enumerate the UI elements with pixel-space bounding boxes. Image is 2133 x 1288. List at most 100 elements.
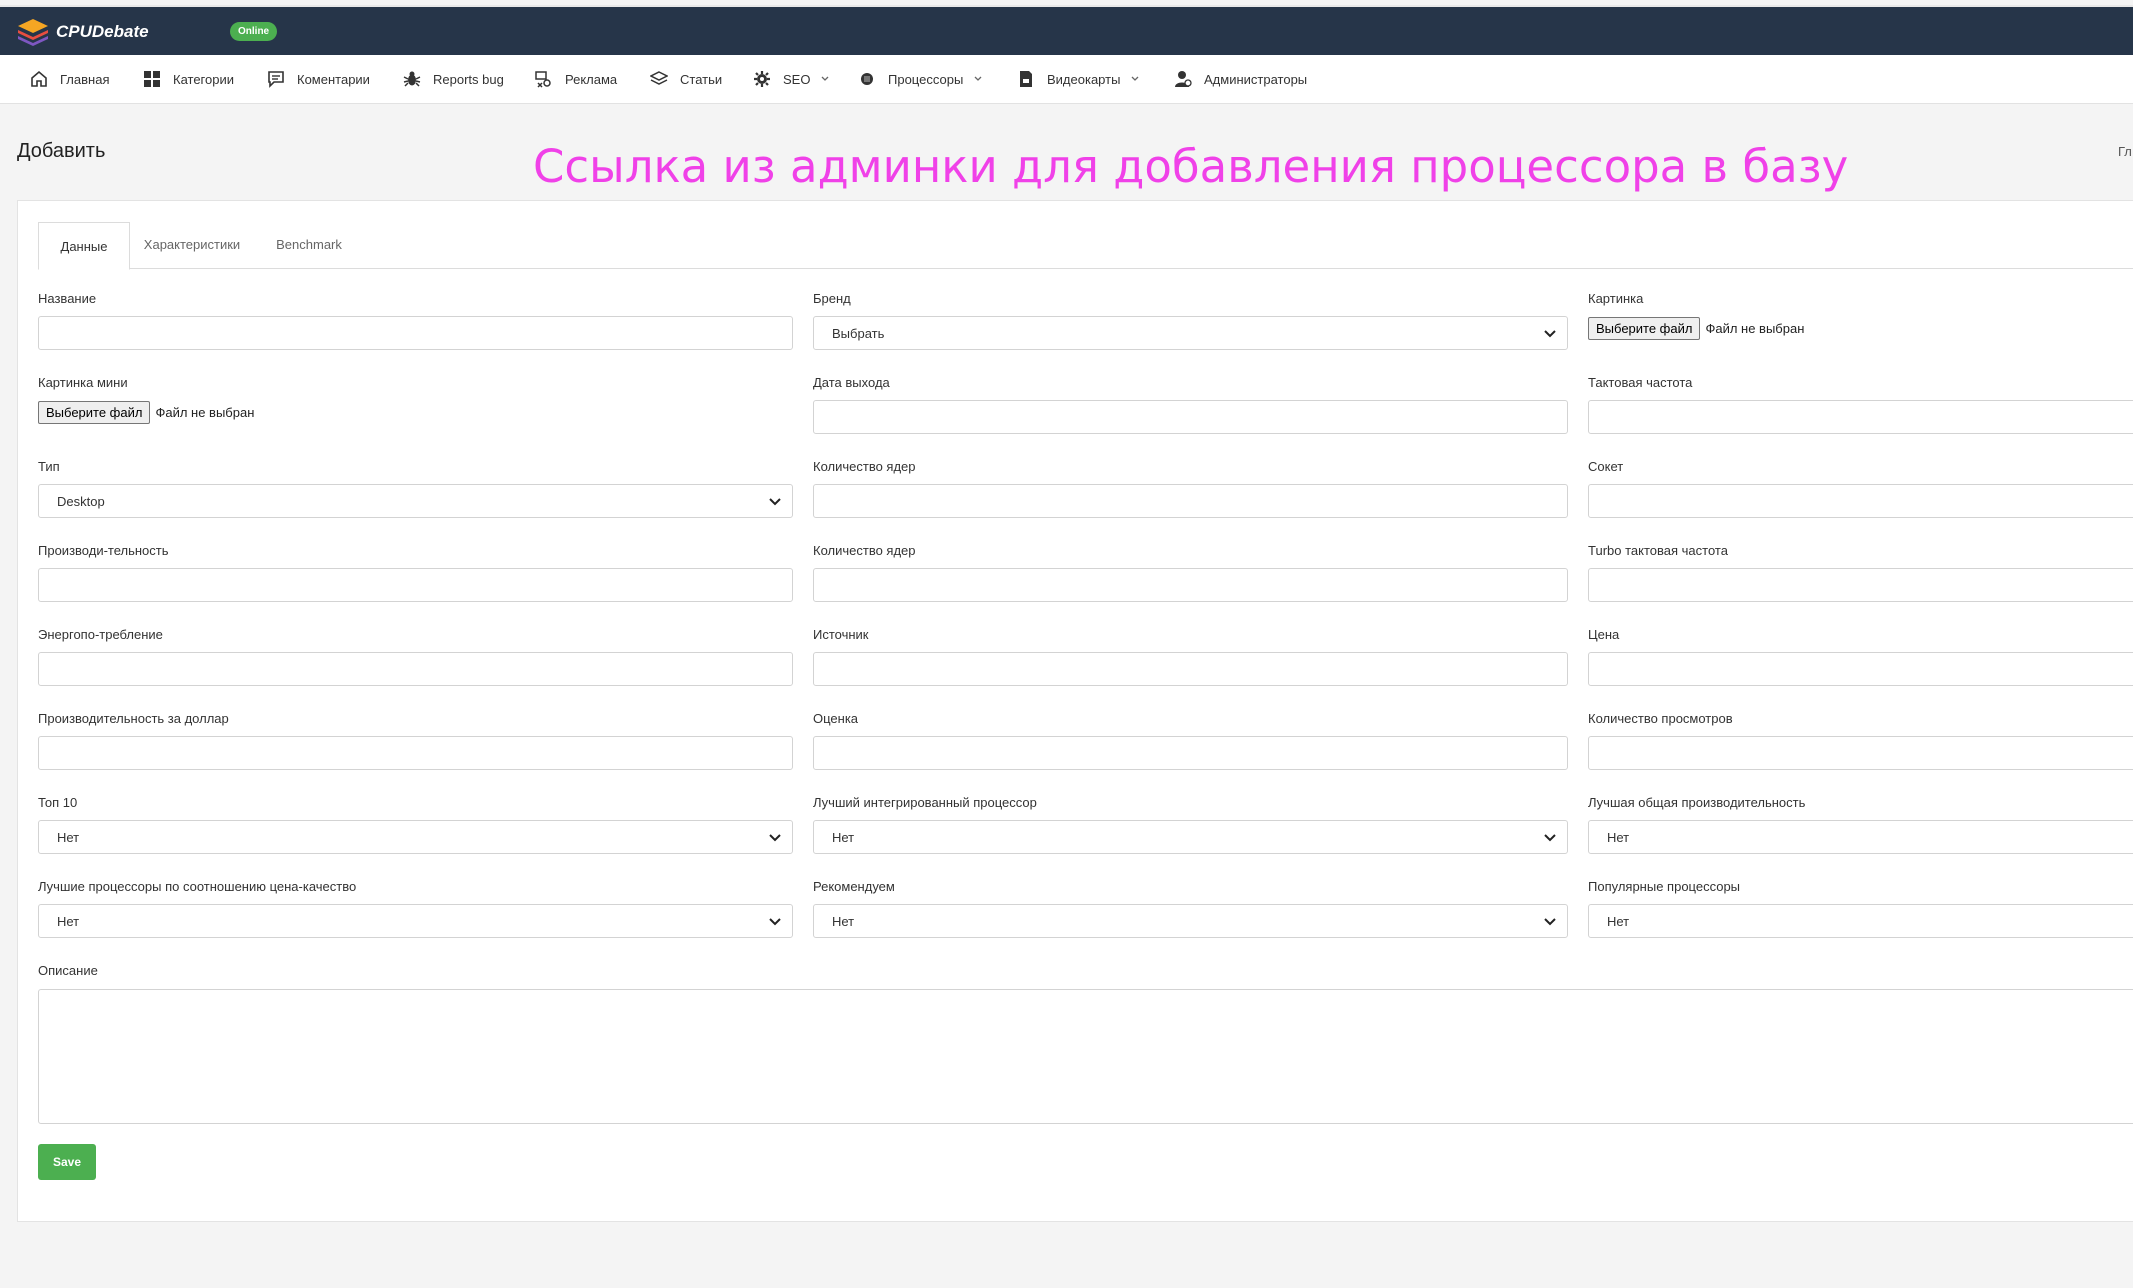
performance-input[interactable] xyxy=(38,568,793,602)
nav-item-label: SEO xyxy=(783,71,811,87)
source-label: Источник xyxy=(813,627,869,642)
nav-item-home[interactable]: Главная xyxy=(30,55,109,103)
layers-icon xyxy=(650,71,668,85)
page-title: Добавить xyxy=(17,140,106,162)
rating-label: Оценка xyxy=(813,711,859,726)
annotation-text: Ссылка из админки для добавления процесс… xyxy=(533,140,1849,193)
nav-item-reports-bug[interactable]: Reports bug xyxy=(403,55,504,103)
brand-select[interactable]: Выбрать xyxy=(813,316,1568,350)
chevron-down-icon xyxy=(769,834,781,842)
chevron-down-icon xyxy=(1544,834,1556,842)
nav-item-label: Reports bug xyxy=(433,71,504,87)
ad-icon xyxy=(535,71,551,88)
save-button[interactable]: Save xyxy=(38,1144,96,1180)
perf-per-dollar-input[interactable] xyxy=(38,736,793,770)
cores2-input[interactable] xyxy=(813,568,1568,602)
popular-select-value: Нет xyxy=(1607,913,1630,929)
chevron-down-icon xyxy=(822,76,829,81)
release-date-input[interactable] xyxy=(813,400,1568,434)
tab-data[interactable]: Данные xyxy=(38,222,130,270)
price-label: Цена xyxy=(1588,627,1620,642)
status-badge: Online xyxy=(230,22,278,41)
turbo-input[interactable] xyxy=(1588,568,2133,602)
nav-item-seo[interactable]: SEO xyxy=(753,55,842,103)
gpu-icon xyxy=(1020,71,1032,87)
source-input[interactable] xyxy=(813,652,1568,686)
chevron-down-icon xyxy=(1131,76,1139,81)
top10-label: Топ 10 xyxy=(38,795,78,810)
clock-label: Тактовая частота xyxy=(1588,375,1693,390)
views-input[interactable] xyxy=(1588,736,2133,770)
chevron-down-icon xyxy=(974,76,982,81)
comment-icon xyxy=(268,71,284,88)
brand-name: CPUDebate xyxy=(56,22,149,41)
nav-item-articles[interactable]: Статьи xyxy=(650,55,722,103)
grid-icon xyxy=(144,71,160,87)
best-integrated-label: Лучший интегрированный процессор xyxy=(813,795,1037,810)
rating-input[interactable] xyxy=(813,736,1568,770)
clock-input[interactable] xyxy=(1588,400,2133,434)
tab-bar: Данные Характеристики Benchmark xyxy=(38,222,2133,270)
type-label: Тип xyxy=(38,459,60,474)
top10-select[interactable]: Нет xyxy=(38,820,793,854)
chevron-down-icon xyxy=(769,918,781,926)
home-icon xyxy=(31,70,47,87)
best-integrated-select[interactable]: Нет xyxy=(813,820,1568,854)
nav-item-processors[interactable]: Процессоры xyxy=(858,55,995,103)
cores2-label: Количество ядер xyxy=(813,543,916,558)
chevron-down-icon xyxy=(1544,330,1556,338)
popular-select[interactable]: Нет xyxy=(1588,904,2133,938)
nav-item-label: Видеокарты xyxy=(1047,71,1121,87)
recommended-select-value: Нет xyxy=(832,913,855,929)
cores-input[interactable] xyxy=(813,484,1568,518)
brand-select-value: Выбрать xyxy=(832,325,885,341)
price-input[interactable] xyxy=(1588,652,2133,686)
nav-item-label: Процессоры xyxy=(888,71,964,87)
name-label: Название xyxy=(38,291,97,306)
nav-item-categories[interactable]: Категории xyxy=(143,55,234,103)
perf-per-dollar-label: Производительность за доллар xyxy=(38,711,229,726)
power-input[interactable] xyxy=(38,652,793,686)
nav-item-admins[interactable]: Администраторы xyxy=(1174,55,1307,103)
type-select[interactable]: Desktop xyxy=(38,484,793,518)
breadcrumb[interactable]: Гл xyxy=(2118,144,2132,159)
image-label: Картинка xyxy=(1588,291,1644,306)
nav-item-ads[interactable]: Реклама xyxy=(535,55,617,103)
best-overall-select[interactable]: Нет xyxy=(1588,820,2133,854)
image-mini-file-status: Файл не выбран xyxy=(155,405,255,420)
logo-stack-icon xyxy=(18,19,48,46)
socket-input[interactable] xyxy=(1588,484,2133,518)
type-select-value: Desktop xyxy=(57,493,105,509)
cpu-icon xyxy=(861,73,873,85)
chevron-down-icon xyxy=(1544,918,1556,926)
socket-label: Сокет xyxy=(1588,459,1624,474)
nav-item-label: Коментарии xyxy=(297,71,370,87)
nav-item-comments[interactable]: Коментарии xyxy=(267,55,370,103)
turbo-label: Turbo тактовая частота xyxy=(1588,543,1728,558)
tab-specs[interactable]: Характеристики xyxy=(130,222,254,267)
top-bar: CPUDebate Online xyxy=(0,5,2133,57)
main-nav: Главная Категории Коментарии Reports bug… xyxy=(0,55,2133,104)
cores-label: Количество ядер xyxy=(813,459,916,474)
best-overall-select-value: Нет xyxy=(1607,829,1630,845)
image-mini-label: Картинка мини xyxy=(38,375,128,390)
image-mini-choose-file-button[interactable]: Выберите файл xyxy=(38,401,151,424)
nav-item-label: Главная xyxy=(60,71,110,87)
views-label: Количество просмотров xyxy=(1588,711,1733,726)
best-value-label: Лучшие процессоры по соотношению цена-ка… xyxy=(38,879,357,894)
admin-icon xyxy=(1175,71,1192,87)
name-input[interactable] xyxy=(38,316,793,350)
best-value-select[interactable]: Нет xyxy=(38,904,793,938)
bug-icon xyxy=(403,71,421,87)
best-overall-label: Лучшая общая производительность xyxy=(1588,795,1806,810)
gear-icon xyxy=(754,71,770,87)
logo[interactable]: CPUDebate xyxy=(16,17,149,47)
nav-item-gpus[interactable]: Видеокарты xyxy=(1017,55,1152,103)
recommended-select[interactable]: Нет xyxy=(813,904,1568,938)
description-textarea[interactable] xyxy=(38,989,2133,1124)
nav-item-label: Категории xyxy=(173,71,234,87)
best-value-select-value: Нет xyxy=(57,913,80,929)
tab-benchmark[interactable]: Benchmark xyxy=(254,222,364,267)
chevron-down-icon xyxy=(769,498,781,506)
image-choose-file-button[interactable]: Выберите файл xyxy=(1588,317,1701,340)
